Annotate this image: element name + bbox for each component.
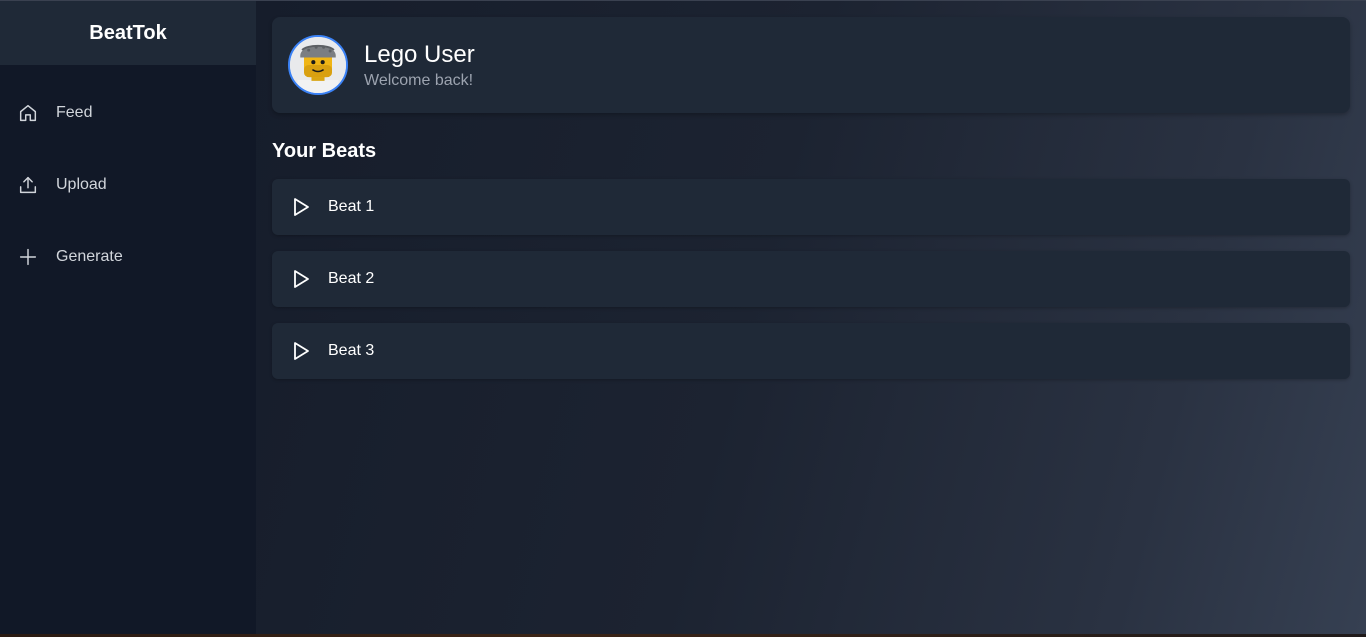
home-icon xyxy=(16,101,40,125)
avatar[interactable] xyxy=(288,35,348,95)
beat-item[interactable]: Beat 3 xyxy=(272,323,1350,379)
lego-minifigure-avatar xyxy=(290,37,346,93)
main-content: Lego User Welcome back! Your Beats Beat … xyxy=(256,1,1366,637)
play-icon[interactable] xyxy=(290,268,312,290)
beat-label: Beat 3 xyxy=(328,342,375,359)
brand-title[interactable]: BeatTok xyxy=(0,1,256,65)
beat-item[interactable]: Beat 1 xyxy=(272,179,1350,235)
app-root: BeatTok Feed Upload Generate Lego User W… xyxy=(0,0,1366,637)
profile-card: Lego User Welcome back! xyxy=(272,17,1350,113)
profile-text: Lego User Welcome back! xyxy=(364,40,475,90)
beat-label: Beat 1 xyxy=(328,198,375,215)
play-icon[interactable] xyxy=(290,196,312,218)
beat-item[interactable]: Beat 2 xyxy=(272,251,1350,307)
sidebar-nav: Feed Upload Generate xyxy=(0,65,256,281)
sidebar-item-feed[interactable]: Feed xyxy=(0,89,256,137)
sidebar-item-label: Feed xyxy=(56,104,93,121)
sidebar-item-generate[interactable]: Generate xyxy=(0,233,256,281)
section-title: Your Beats xyxy=(272,140,377,162)
beat-list: Beat 1 Beat 2 Beat 3 xyxy=(272,179,1350,379)
user-name: Lego User xyxy=(364,41,475,68)
sidebar: BeatTok Feed Upload Generate xyxy=(0,1,256,637)
sidebar-item-upload[interactable]: Upload xyxy=(0,161,256,209)
sidebar-item-label: Generate xyxy=(56,248,123,265)
upload-icon xyxy=(16,173,40,197)
welcome-text: Welcome back! xyxy=(364,72,474,89)
sidebar-item-label: Upload xyxy=(56,176,107,193)
plus-icon xyxy=(16,245,40,269)
play-icon[interactable] xyxy=(290,340,312,362)
beat-label: Beat 2 xyxy=(328,270,375,287)
